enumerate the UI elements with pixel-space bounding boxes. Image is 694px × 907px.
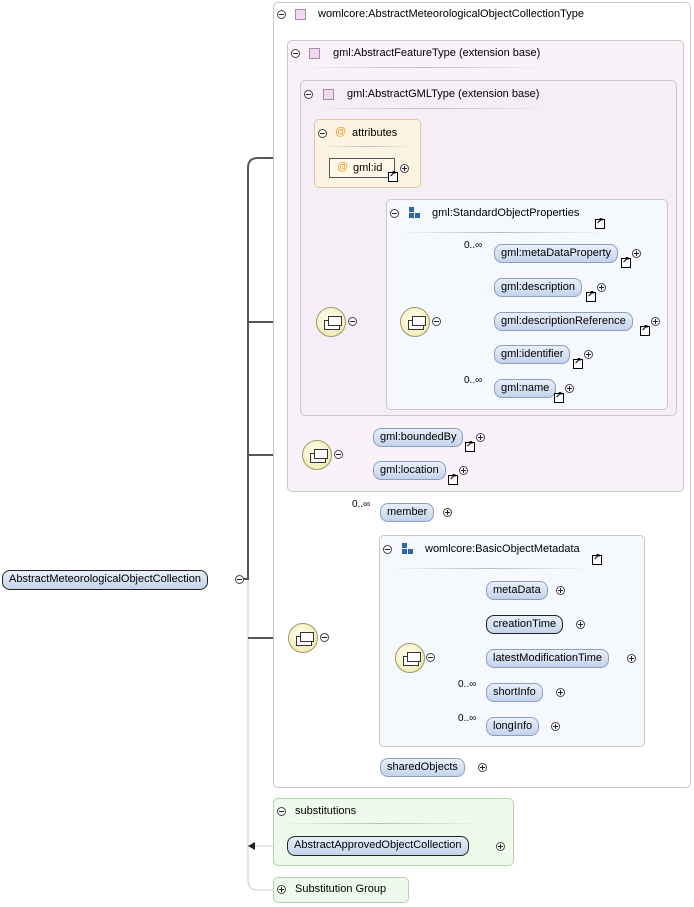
- attributes-title: attributes: [352, 127, 398, 139]
- sharedobjects-expand-toggle[interactable]: [478, 763, 487, 772]
- element-shortinfo[interactable]: shortInfo: [486, 683, 543, 702]
- occurrence-label: 0..∞: [352, 499, 371, 510]
- description-link-icon[interactable]: [586, 290, 596, 302]
- gml-id-expand-toggle[interactable]: [400, 164, 409, 173]
- group-icon: [409, 207, 421, 218]
- group-icon: [402, 543, 414, 554]
- substitution-group-expand-toggle[interactable]: [277, 885, 286, 894]
- gml-id-link-icon[interactable]: [388, 170, 398, 182]
- gml-id-label: gml:id: [353, 162, 383, 174]
- basic-metadata-collapse-toggle[interactable]: [383, 545, 392, 554]
- member-expand-toggle[interactable]: [443, 508, 452, 517]
- complex-type-icon: [295, 9, 306, 20]
- root-element[interactable]: AbstractMeteorologicalObjectCollection: [2, 570, 208, 590]
- sequence-collapse-toggle[interactable]: [432, 317, 441, 326]
- element-latestmodificationtime[interactable]: latestModificationTime: [486, 649, 610, 668]
- element-gml-descriptionreference[interactable]: gml:descriptionReference: [494, 312, 633, 331]
- root-collapse-toggle[interactable]: [235, 575, 244, 584]
- standard-props-link-icon[interactable]: [595, 217, 605, 229]
- element-gml-name[interactable]: gml:name: [494, 379, 557, 398]
- boundedby-link-icon[interactable]: [465, 440, 475, 452]
- identifier-expand-toggle[interactable]: [584, 350, 593, 359]
- sequence-collapse-toggle[interactable]: [320, 633, 329, 642]
- name-expand-toggle[interactable]: [565, 384, 574, 393]
- abstractapproved-expand-toggle[interactable]: [496, 842, 505, 851]
- sequence-compositor-icon[interactable]: [302, 440, 332, 470]
- element-creationtime[interactable]: creationTime: [486, 615, 564, 634]
- descriptionreference-expand-toggle[interactable]: [651, 317, 660, 326]
- creationtime-expand-toggle[interactable]: [576, 620, 585, 629]
- basic-metadata-title: womlcore:BasicObjectMetadata: [425, 543, 580, 555]
- gml-type-title: gml:AbstractGMLType (extension base): [347, 88, 540, 100]
- substitutions-divider: [281, 823, 481, 824]
- feature-type-divider: [297, 67, 547, 68]
- occurrence-label: 0..∞: [464, 240, 483, 251]
- basic-metadata-divider: [389, 568, 589, 569]
- attributes-divider: [322, 146, 412, 147]
- descriptionreference-link-icon[interactable]: [640, 324, 650, 336]
- gml-type-divider: [310, 108, 550, 109]
- occurrence-label: 0..∞: [458, 679, 477, 690]
- feature-type-icon: [309, 48, 320, 59]
- at-icon: @: [335, 126, 347, 138]
- standard-props-title: gml:StandardObjectProperties: [432, 207, 580, 219]
- element-metadata[interactable]: metaData: [486, 581, 548, 600]
- sequence-compositor-icon[interactable]: [288, 623, 318, 653]
- complex-type-title: womlcore:AbstractMeteorologicalObjectCol…: [318, 8, 584, 20]
- identifier-link-icon[interactable]: [573, 357, 583, 369]
- shortinfo-expand-toggle[interactable]: [556, 688, 565, 697]
- feature-type-collapse-toggle[interactable]: [291, 49, 300, 58]
- location-link-icon[interactable]: [448, 473, 458, 485]
- location-expand-toggle[interactable]: [459, 466, 468, 475]
- sequence-collapse-toggle[interactable]: [426, 653, 435, 662]
- longinfo-expand-toggle[interactable]: [551, 722, 560, 731]
- metadataproperty-link-icon[interactable]: [621, 256, 631, 268]
- sequence-compositor-icon[interactable]: [316, 307, 346, 337]
- attributes-collapse-toggle[interactable]: [318, 129, 327, 138]
- description-expand-toggle[interactable]: [597, 283, 606, 292]
- sequence-compositor-icon[interactable]: [400, 307, 430, 337]
- substitution-group-title: Substitution Group: [295, 883, 387, 895]
- metadata-expand-toggle[interactable]: [556, 586, 565, 595]
- sequence-compositor-icon[interactable]: [395, 643, 425, 673]
- element-gml-identifier[interactable]: gml:identifier: [494, 345, 571, 364]
- element-longinfo[interactable]: longInfo: [486, 717, 540, 736]
- metadataproperty-expand-toggle[interactable]: [632, 249, 641, 258]
- complex-type-collapse-toggle[interactable]: [277, 10, 286, 19]
- element-gml-metadataproperty[interactable]: gml:metaDataProperty: [494, 244, 619, 263]
- latestmodificationtime-expand-toggle[interactable]: [627, 654, 636, 663]
- substitutions-title: substitutions: [295, 805, 357, 817]
- sequence-collapse-toggle[interactable]: [348, 317, 357, 326]
- element-sharedobjects[interactable]: sharedObjects: [380, 758, 465, 777]
- occurrence-label: 0..∞: [464, 375, 483, 386]
- basic-metadata-link-icon[interactable]: [592, 553, 602, 565]
- substitutions-collapse-toggle[interactable]: [277, 807, 286, 816]
- gml-type-collapse-toggle[interactable]: [304, 90, 313, 99]
- boundedby-expand-toggle[interactable]: [476, 433, 485, 442]
- sequence-collapse-toggle[interactable]: [334, 450, 343, 459]
- feature-type-title: gml:AbstractFeatureType (extension base): [333, 47, 541, 59]
- element-member[interactable]: member: [380, 503, 435, 522]
- basic-metadata-panel: [379, 535, 645, 747]
- occurrence-label: 0..∞: [458, 713, 477, 724]
- element-abstractapprovedobjectcollection[interactable]: AbstractApprovedObjectCollection: [287, 836, 469, 856]
- element-gml-location[interactable]: gml:location: [373, 461, 446, 480]
- at-icon: @: [337, 161, 349, 173]
- gml-type-icon: [323, 89, 334, 100]
- standard-props-collapse-toggle[interactable]: [390, 209, 399, 218]
- element-gml-description[interactable]: gml:description: [494, 278, 582, 297]
- name-link-icon[interactable]: [554, 391, 564, 403]
- element-gml-boundedby[interactable]: gml:boundedBy: [373, 428, 464, 447]
- standard-props-divider: [396, 232, 606, 233]
